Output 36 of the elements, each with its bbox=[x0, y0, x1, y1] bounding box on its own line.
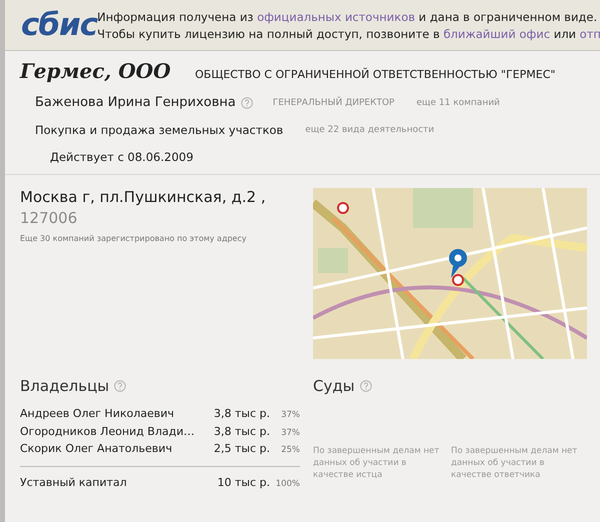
help-icon[interactable] bbox=[240, 96, 253, 108]
owner-share: 37% bbox=[280, 410, 300, 420]
owner-share: 25% bbox=[280, 445, 300, 455]
owner-share: 37% bbox=[280, 428, 300, 438]
owner-name: Скорик Олег Анатольевич bbox=[20, 442, 174, 455]
help-icon[interactable] bbox=[114, 380, 126, 392]
more-link[interactable]: еще 11 компаний bbox=[416, 98, 500, 108]
section-title: Владельцы bbox=[20, 377, 110, 395]
owner-amount: 2,5 тыс р. bbox=[212, 442, 270, 455]
postcode: 127006 bbox=[20, 209, 78, 227]
link[interactable]: официальных источников bbox=[257, 10, 416, 24]
activity-name: Покупка и продажа земельных участков bbox=[35, 123, 284, 137]
court-note: По завершенным делам нет данных об участии в качестве истца bbox=[313, 445, 440, 481]
owner-amount: 3,8 тыс р. bbox=[212, 424, 270, 438]
more-link[interactable]: еще 22 вида деятельности bbox=[305, 125, 434, 135]
owner-amount: 3,8 тыс р. bbox=[212, 407, 270, 420]
owner-name: Огородников Леонид Влади… bbox=[20, 424, 196, 438]
company-name: Гермес, ООО bbox=[20, 59, 172, 83]
logo: сбис bbox=[20, 7, 98, 43]
info-text: Информация получена из официальных источников и дана в ограниченном виде. bbox=[97, 10, 598, 24]
link[interactable]: отп bbox=[580, 26, 600, 40]
owner-amount: 10 тыс р. bbox=[216, 476, 270, 488]
owner-name: Андреев Олег Николаевич bbox=[20, 407, 176, 420]
owner-share: 100% bbox=[274, 478, 300, 488]
director-name[interactable]: Баженова Ирина Генриховна bbox=[35, 95, 236, 110]
link[interactable]: ближайший офис bbox=[443, 26, 550, 40]
help-icon[interactable] bbox=[360, 380, 372, 392]
companies-link[interactable]: Еще 30 компаний зарегистрировано по этому адресу bbox=[20, 234, 313, 243]
status-text: Действует с 08.06.2009 bbox=[49, 150, 194, 164]
owner-name: Уставный капитал bbox=[20, 476, 128, 488]
section-title: Суды bbox=[313, 377, 355, 395]
info-text: Чтобы купить лицензию на полный доступ, позвоните в ближайший офис или отп bbox=[97, 26, 600, 40]
address-text: Москва г, пл.Пушкинская, д.2 , bbox=[20, 188, 267, 206]
director-position: ГЕНЕРАЛЬНЫЙ ДИРЕКТОР bbox=[272, 98, 394, 108]
company-full-name: ОБЩЕСТВО С ОГРАНИЧЕННОЙ ОТВЕТСТВЕННОСТЬЮ "ГЕРМЕС" bbox=[195, 68, 556, 81]
court-note: По завершенным делам нет данных об участии в качестве ответчика bbox=[451, 445, 578, 481]
